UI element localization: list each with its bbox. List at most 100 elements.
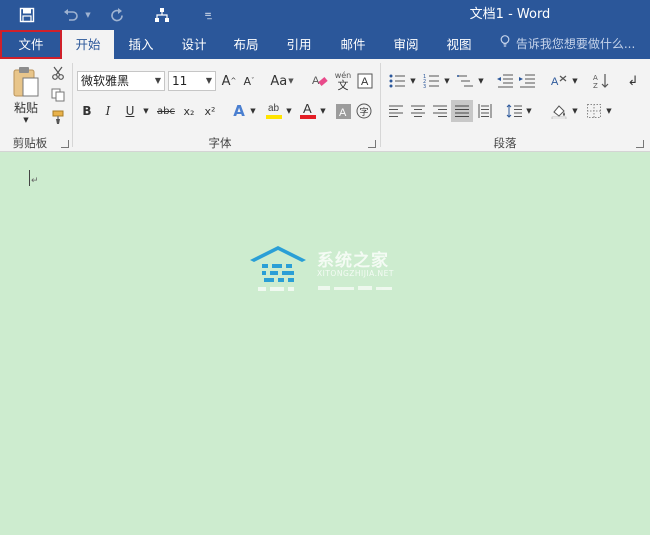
watermark-reflection <box>318 282 394 290</box>
change-case-button[interactable]: Aa ▼ <box>266 71 298 91</box>
underline-button[interactable]: U <box>121 101 139 121</box>
svg-text:A: A <box>593 74 598 82</box>
tab-references[interactable]: 引用 <box>272 30 326 59</box>
align-center-icon[interactable] <box>408 101 428 121</box>
tab-design[interactable]: 设计 <box>168 30 220 59</box>
justify-icon[interactable] <box>451 100 473 122</box>
window-title: 文档1 - Word <box>469 7 551 22</box>
lightbulb-icon <box>500 30 512 59</box>
underline-dropdown-icon[interactable]: ▼ <box>140 101 152 121</box>
font-name-dropdown-icon[interactable]: ▼ <box>155 72 161 90</box>
tab-mailings[interactable]: 邮件 <box>326 30 380 59</box>
paragraph-mark-icon: ↵ <box>31 176 39 186</box>
highlight-color-icon[interactable]: ab <box>264 99 284 121</box>
line-spacing-dropdown-icon[interactable]: ▼ <box>524 101 534 121</box>
font-color-icon[interactable]: A <box>298 99 318 121</box>
svg-text:字: 字 <box>360 106 369 118</box>
shrink-font-icon[interactable]: Aˇ <box>240 71 258 91</box>
font-size-combo[interactable]: 11 ▼ <box>168 71 216 91</box>
paragraph-launcher-icon[interactable] <box>636 140 644 148</box>
redo-icon[interactable] <box>106 0 128 30</box>
paste-button[interactable]: 粘贴 <box>4 99 48 115</box>
font-size-value: 11 <box>172 74 188 88</box>
tab-home[interactable]: 开始 <box>62 30 114 59</box>
chinese-layout-dropdown-icon[interactable]: ▼ <box>570 71 580 91</box>
bullets-icon[interactable] <box>386 71 408 91</box>
strikethrough-button[interactable]: abc <box>155 101 177 121</box>
watermark-logo-icon <box>248 242 312 294</box>
phonetic-char: 文 <box>337 79 349 92</box>
font-name-combo[interactable]: 微软雅黑 ▼ <box>77 71 165 91</box>
sort-icon[interactable]: AZ <box>590 71 612 91</box>
svg-text:A: A <box>339 107 347 119</box>
text-effects-dropdown-icon[interactable]: ▼ <box>248 101 258 121</box>
character-border-icon[interactable]: A <box>356 71 374 91</box>
shading-icon[interactable] <box>548 101 570 121</box>
clear-formatting-icon[interactable]: A <box>310 71 330 91</box>
phonetic-guide-button[interactable]: wén 文 <box>332 69 354 93</box>
font-launcher-icon[interactable] <box>368 140 376 148</box>
svg-text:A: A <box>361 76 369 88</box>
borders-icon[interactable] <box>584 101 604 121</box>
font-size-dropdown-icon[interactable]: ▼ <box>206 72 212 90</box>
title-bar: ▼ =̲ 文档1 - Word <box>0 0 650 30</box>
bullets-dropdown-icon[interactable]: ▼ <box>408 71 418 91</box>
show-formatting-marks-icon[interactable]: ↲ <box>622 71 644 91</box>
italic-button[interactable]: I <box>99 101 117 121</box>
borders-dropdown-icon[interactable]: ▼ <box>604 101 614 121</box>
multilevel-list-icon[interactable] <box>454 71 476 91</box>
undo-dropdown-icon[interactable]: ▼ <box>82 0 94 30</box>
tab-layout[interactable]: 布局 <box>220 30 272 59</box>
enclose-characters-icon[interactable]: 字 <box>354 101 374 121</box>
decrease-indent-icon[interactable] <box>494 71 516 91</box>
format-painter-icon[interactable] <box>48 108 68 126</box>
text-cursor <box>29 170 30 186</box>
font-group-label: 字体 <box>208 136 232 150</box>
undo-icon[interactable] <box>60 0 82 30</box>
tab-file[interactable]: 文件 <box>0 30 62 59</box>
group-divider <box>72 63 73 147</box>
tell-me-text: 告诉我您想要做什么... <box>515 37 636 51</box>
chinese-layout-icon[interactable]: A <box>548 71 570 91</box>
align-right-icon[interactable] <box>430 101 450 121</box>
tab-view[interactable]: 视图 <box>432 30 486 59</box>
cut-icon[interactable] <box>48 64 68 82</box>
numbering-dropdown-icon[interactable]: ▼ <box>442 71 452 91</box>
bold-button[interactable]: B <box>78 101 96 121</box>
svg-text:ab: ab <box>268 103 280 114</box>
copy-icon[interactable] <box>48 86 68 104</box>
font-name-value: 微软雅黑 <box>81 74 130 88</box>
increase-indent-icon[interactable] <box>516 71 538 91</box>
align-left-icon[interactable] <box>386 101 406 121</box>
clipboard-group-label: 剪贴板 <box>12 136 48 150</box>
customize-qat-icon[interactable]: =̲ <box>200 0 216 30</box>
watermark-title: 系统之家 <box>317 251 389 271</box>
line-spacing-icon[interactable] <box>504 101 524 121</box>
superscript-button[interactable]: x² <box>201 101 219 121</box>
svg-text:A: A <box>312 75 320 87</box>
distributed-icon[interactable] <box>475 101 495 121</box>
paste-icon[interactable] <box>8 65 44 99</box>
subscript-button[interactable]: x₂ <box>180 101 198 121</box>
save-icon[interactable] <box>16 0 38 30</box>
text-effects-icon[interactable]: A <box>230 101 248 121</box>
document-canvas[interactable] <box>0 152 650 535</box>
grow-font-icon[interactable]: A ^ <box>220 71 238 91</box>
svg-text:A: A <box>303 101 312 116</box>
shading-dropdown-icon[interactable]: ▼ <box>570 101 580 121</box>
highlight-dropdown-icon[interactable]: ▼ <box>284 101 294 121</box>
paste-dropdown-icon[interactable]: ▼ <box>20 115 32 125</box>
change-case-label: Aa <box>270 73 288 89</box>
paragraph-group-label: 段落 <box>493 136 517 150</box>
multilevel-dropdown-icon[interactable]: ▼ <box>476 71 486 91</box>
tab-review[interactable]: 审阅 <box>380 30 432 59</box>
touch-mode-icon[interactable] <box>150 0 174 30</box>
svg-text:Z: Z <box>593 82 598 89</box>
tell-me-box[interactable]: 告诉我您想要做什么... <box>500 30 635 59</box>
ribbon-home: 粘贴 ▼ 剪贴板 微软雅黑 ▼ 11 ▼ A ^ Aˇ Aa ▼ A wén 文 A… <box>0 59 650 152</box>
clipboard-launcher-icon[interactable] <box>61 140 69 148</box>
character-shading-icon[interactable]: A <box>334 101 352 121</box>
font-color-dropdown-icon[interactable]: ▼ <box>318 101 328 121</box>
numbering-icon[interactable]: 123 <box>420 71 442 91</box>
tab-insert[interactable]: 插入 <box>114 30 168 59</box>
